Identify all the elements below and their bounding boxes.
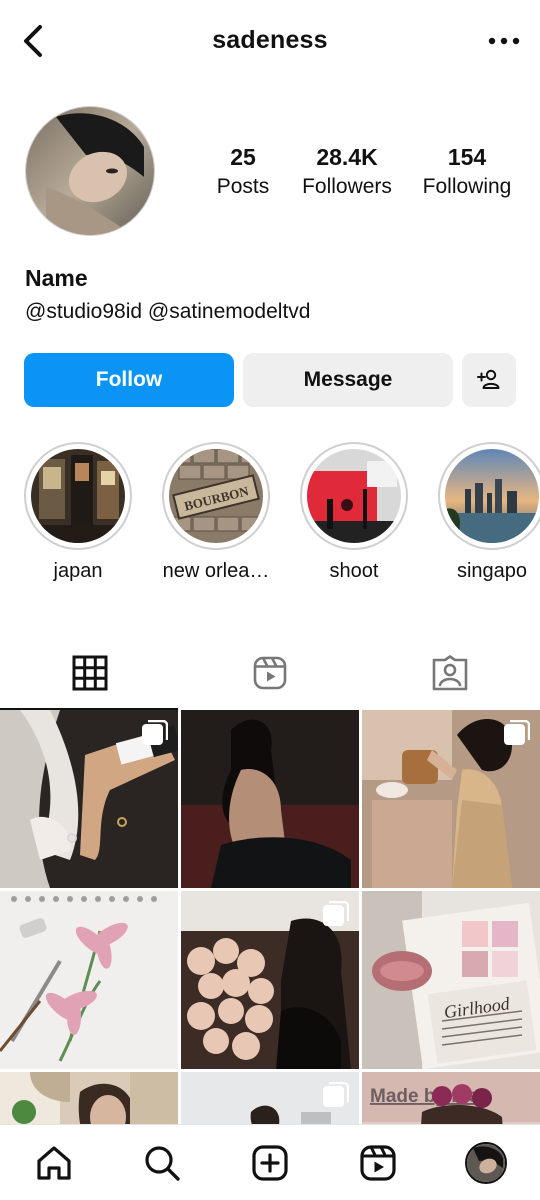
message-button[interactable]: Message (243, 353, 453, 407)
highlight-label: japan (53, 560, 103, 582)
profile-username: sadeness (212, 26, 328, 54)
post-thumbnail[interactable]: Girlhood (362, 891, 540, 1069)
posts-label: Posts (216, 175, 270, 198)
multiple-photos-icon (323, 1082, 349, 1107)
profile-tabs (0, 636, 540, 710)
post-thumbnail[interactable]: Made by me (362, 1072, 540, 1124)
following-stat[interactable]: 154 Following (414, 142, 520, 202)
multiple-photos-icon (504, 720, 530, 745)
highlight-new-orleans[interactable]: BOURBON new orlea… (146, 442, 286, 583)
following-label: Following (422, 175, 512, 198)
highlight-ring (300, 442, 408, 550)
post-thumbnail[interactable] (0, 1072, 178, 1124)
highlight-ring (24, 442, 132, 550)
multiple-photos-icon (323, 901, 349, 926)
highlight-cover (445, 449, 539, 543)
nav-profile[interactable] (464, 1141, 508, 1185)
create-icon (252, 1145, 288, 1181)
profile-stats: 25 Posts 28.4K Followers 154 Following (200, 142, 530, 212)
search-icon (145, 1146, 180, 1181)
grid-icon (72, 655, 108, 691)
reels-icon (253, 656, 287, 690)
highlight-label: singapo (456, 560, 528, 582)
profile-avatar (465, 1142, 507, 1184)
post-thumbnail[interactable] (0, 710, 178, 888)
highlight-shoot[interactable]: shoot (284, 442, 424, 583)
highlight-singapore[interactable]: singapo (422, 442, 540, 583)
highlight-cover (307, 449, 401, 543)
avatar-photo (467, 1144, 505, 1182)
highlight-label: shoot (329, 560, 379, 582)
add-user-icon (477, 369, 500, 389)
profile-avatar[interactable] (25, 106, 155, 236)
top-bar: sadeness (0, 0, 540, 84)
followers-stat[interactable]: 28.4K Followers (292, 142, 402, 202)
profile-bio-handles[interactable]: @studio98id @satinemodeltvd (25, 300, 310, 324)
highlight-japan[interactable]: japan (8, 442, 148, 583)
posts-grid: Girlhood Made by me (0, 710, 540, 1124)
bottom-navigation (0, 1124, 540, 1200)
tab-posts-grid[interactable] (0, 636, 180, 710)
nav-create[interactable] (248, 1141, 292, 1185)
tab-reels[interactable] (180, 636, 360, 710)
highlight-cover (31, 449, 125, 543)
highlight-ring (438, 442, 540, 550)
tab-tagged[interactable] (360, 636, 540, 710)
nav-home[interactable] (32, 1141, 76, 1185)
posts-count: 25 (230, 144, 256, 170)
highlight-label: new orlea… (162, 560, 270, 582)
followers-label: Followers (302, 175, 392, 198)
follow-button[interactable]: Follow (24, 353, 234, 407)
home-icon (37, 1146, 71, 1180)
profile-display-name: Name (25, 265, 88, 291)
post-thumbnail[interactable] (0, 891, 178, 1069)
multiple-photos-icon (142, 720, 168, 745)
posts-stat[interactable]: 25 Posts (200, 142, 286, 202)
avatar-photo (26, 107, 154, 235)
highlight-cover: BOURBON (169, 449, 263, 543)
more-options-button[interactable] (486, 28, 522, 54)
followers-count: 28.4K (316, 144, 378, 170)
post-thumbnail[interactable] (181, 1072, 359, 1124)
suggest-users-button[interactable] (462, 353, 516, 407)
nav-search[interactable] (140, 1141, 184, 1185)
post-thumbnail[interactable] (362, 710, 540, 888)
more-horizontal-icon (488, 37, 520, 45)
tagged-icon (432, 655, 468, 691)
post-thumbnail[interactable] (181, 710, 359, 888)
post-thumbnail[interactable] (181, 891, 359, 1069)
reels-icon (360, 1145, 396, 1181)
nav-reels[interactable] (356, 1141, 400, 1185)
story-highlights: japan BOURBON new orlea… shoot singapo (0, 442, 540, 592)
following-count: 154 (447, 144, 487, 170)
highlight-ring: BOURBON (162, 442, 270, 550)
